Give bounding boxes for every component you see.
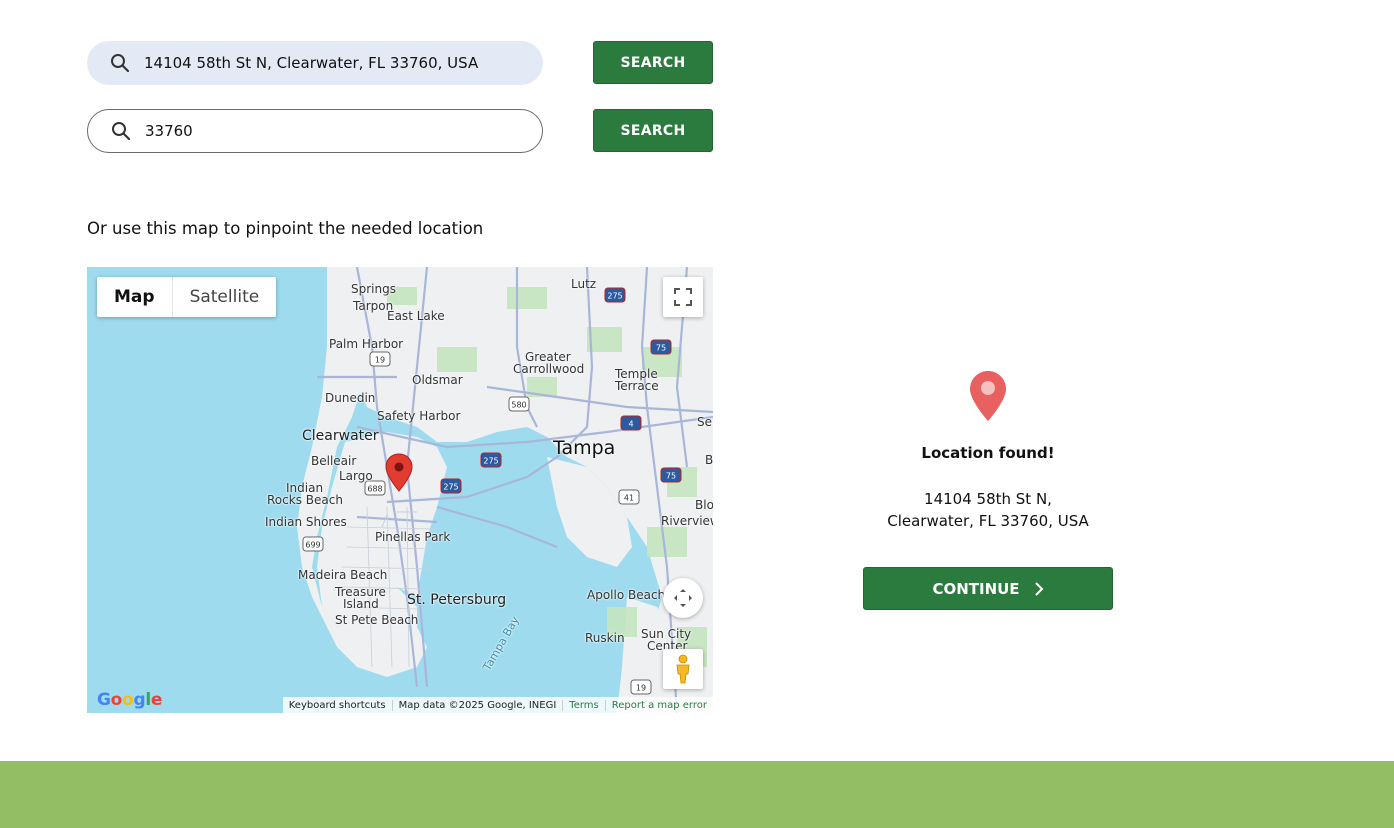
- map-label: Rocks Beach: [267, 493, 343, 507]
- map-label: Pinellas Park: [375, 530, 451, 544]
- found-address: 14104 58th St N, Clearwater, FL 33760, U…: [838, 488, 1138, 532]
- map-label: Springs: [351, 282, 396, 296]
- map-label: Clearwater: [302, 428, 379, 444]
- map-hint-text: Or use this map to pinpoint the needed l…: [87, 219, 484, 238]
- zip-search-field[interactable]: [87, 109, 543, 153]
- svg-text:75: 75: [666, 472, 676, 481]
- map-label: Ruskin: [585, 631, 625, 645]
- map-label: Riverview: [661, 514, 713, 528]
- terms-link[interactable]: Terms: [562, 699, 604, 711]
- map-label: Terrace: [615, 379, 659, 393]
- address-search-input[interactable]: [144, 54, 524, 72]
- map-label: Island: [343, 597, 379, 611]
- map-label: Belleair: [311, 454, 357, 468]
- svg-text:699: 699: [305, 541, 320, 550]
- zip-search-button[interactable]: SEARCH: [593, 109, 713, 152]
- highway-shield: 75: [660, 467, 682, 483]
- map-footer: Keyboard shortcuts Map data ©2025 Google…: [282, 697, 713, 713]
- svg-text:4: 4: [628, 420, 633, 429]
- location-result-panel: Location found! 14104 58th St N, Clearwa…: [838, 370, 1138, 532]
- camera-control-button[interactable]: [663, 578, 703, 618]
- highway-shield: 75: [650, 339, 672, 355]
- chevron-right-icon: [1034, 581, 1043, 596]
- continue-label: CONTINUE: [932, 579, 1020, 598]
- map-label: East Lake: [387, 309, 445, 323]
- map-label: Indian Shores: [265, 515, 347, 529]
- found-address-line1: 14104 58th St N,: [924, 490, 1052, 508]
- location-pin-icon[interactable]: [385, 453, 413, 493]
- map-label: Dunedin: [325, 391, 376, 405]
- svg-text:275: 275: [607, 292, 622, 301]
- svg-text:688: 688: [367, 485, 382, 494]
- svg-text:75: 75: [656, 344, 666, 353]
- highway-shield: 41: [618, 489, 640, 505]
- found-address-line2: Clearwater, FL 33760, USA: [887, 512, 1089, 530]
- fullscreen-icon: [674, 288, 692, 306]
- fullscreen-button[interactable]: [663, 277, 703, 317]
- highway-shield: 275: [480, 452, 502, 468]
- highway-shield: 688: [364, 480, 386, 496]
- page: SEARCH SEARCH Or use this map to pinpoin…: [0, 0, 1394, 828]
- map-label: Se: [697, 415, 712, 429]
- highway-shield: 19: [369, 351, 391, 367]
- search-icon: [109, 52, 131, 74]
- map-label: Lutz: [571, 277, 597, 291]
- highway-shield: 19: [630, 679, 652, 695]
- zip-search-input[interactable]: [145, 122, 525, 140]
- search-icon: [110, 120, 132, 142]
- pegman-icon: [676, 654, 690, 684]
- map-view[interactable]: 275 75 19 580 4 275 688 275 41 699 75 19 Map Satell…: [87, 267, 713, 713]
- footer-band: [0, 761, 1394, 828]
- map-label: Carrollwood: [513, 362, 585, 376]
- svg-text:19: 19: [636, 684, 646, 693]
- map-label: Tampa: [553, 437, 616, 459]
- svg-text:19: 19: [375, 356, 385, 365]
- map-label: Blo: [695, 498, 713, 512]
- map-label: Oldsmar: [412, 373, 463, 387]
- map-data-attribution: Map data ©2025 Google, INEGI: [391, 699, 563, 711]
- svg-text:41: 41: [624, 494, 634, 503]
- google-logo: Google: [97, 690, 163, 710]
- map-type-satellite-button[interactable]: Satellite: [173, 277, 277, 317]
- map-type-control: Map Satellite: [97, 277, 277, 317]
- address-search-field[interactable]: [87, 41, 543, 85]
- map-label: St Pete Beach: [335, 613, 419, 627]
- report-error-link[interactable]: Report a map error: [604, 699, 713, 711]
- street-view-button[interactable]: [663, 649, 703, 689]
- map-pin-icon: [970, 371, 1006, 421]
- address-search-button[interactable]: SEARCH: [593, 41, 713, 84]
- svg-text:580: 580: [511, 401, 526, 410]
- map-label: Safety Harbor: [377, 409, 461, 423]
- highway-shield: 699: [302, 536, 324, 552]
- map-label: Largo: [339, 469, 373, 483]
- keyboard-shortcuts-link[interactable]: Keyboard shortcuts: [283, 700, 392, 711]
- map-label: Palm Harbor: [329, 337, 404, 351]
- continue-button[interactable]: CONTINUE: [863, 567, 1113, 610]
- location-found-title: Location found!: [921, 444, 1055, 462]
- map-label: Madeira Beach: [298, 568, 388, 582]
- svg-text:275: 275: [483, 457, 498, 466]
- highway-shield: 4: [620, 415, 642, 431]
- map-label: B: [705, 453, 713, 467]
- highway-shield: 275: [604, 287, 626, 303]
- highway-shield: 580: [508, 396, 530, 412]
- pan-arrows-icon: [674, 589, 692, 607]
- map-label: St. Petersburg: [407, 592, 507, 608]
- highway-shield: 275: [440, 478, 462, 494]
- map-type-map-button[interactable]: Map: [97, 277, 173, 317]
- map-label: Apollo Beach: [587, 588, 666, 602]
- svg-text:275: 275: [443, 483, 458, 492]
